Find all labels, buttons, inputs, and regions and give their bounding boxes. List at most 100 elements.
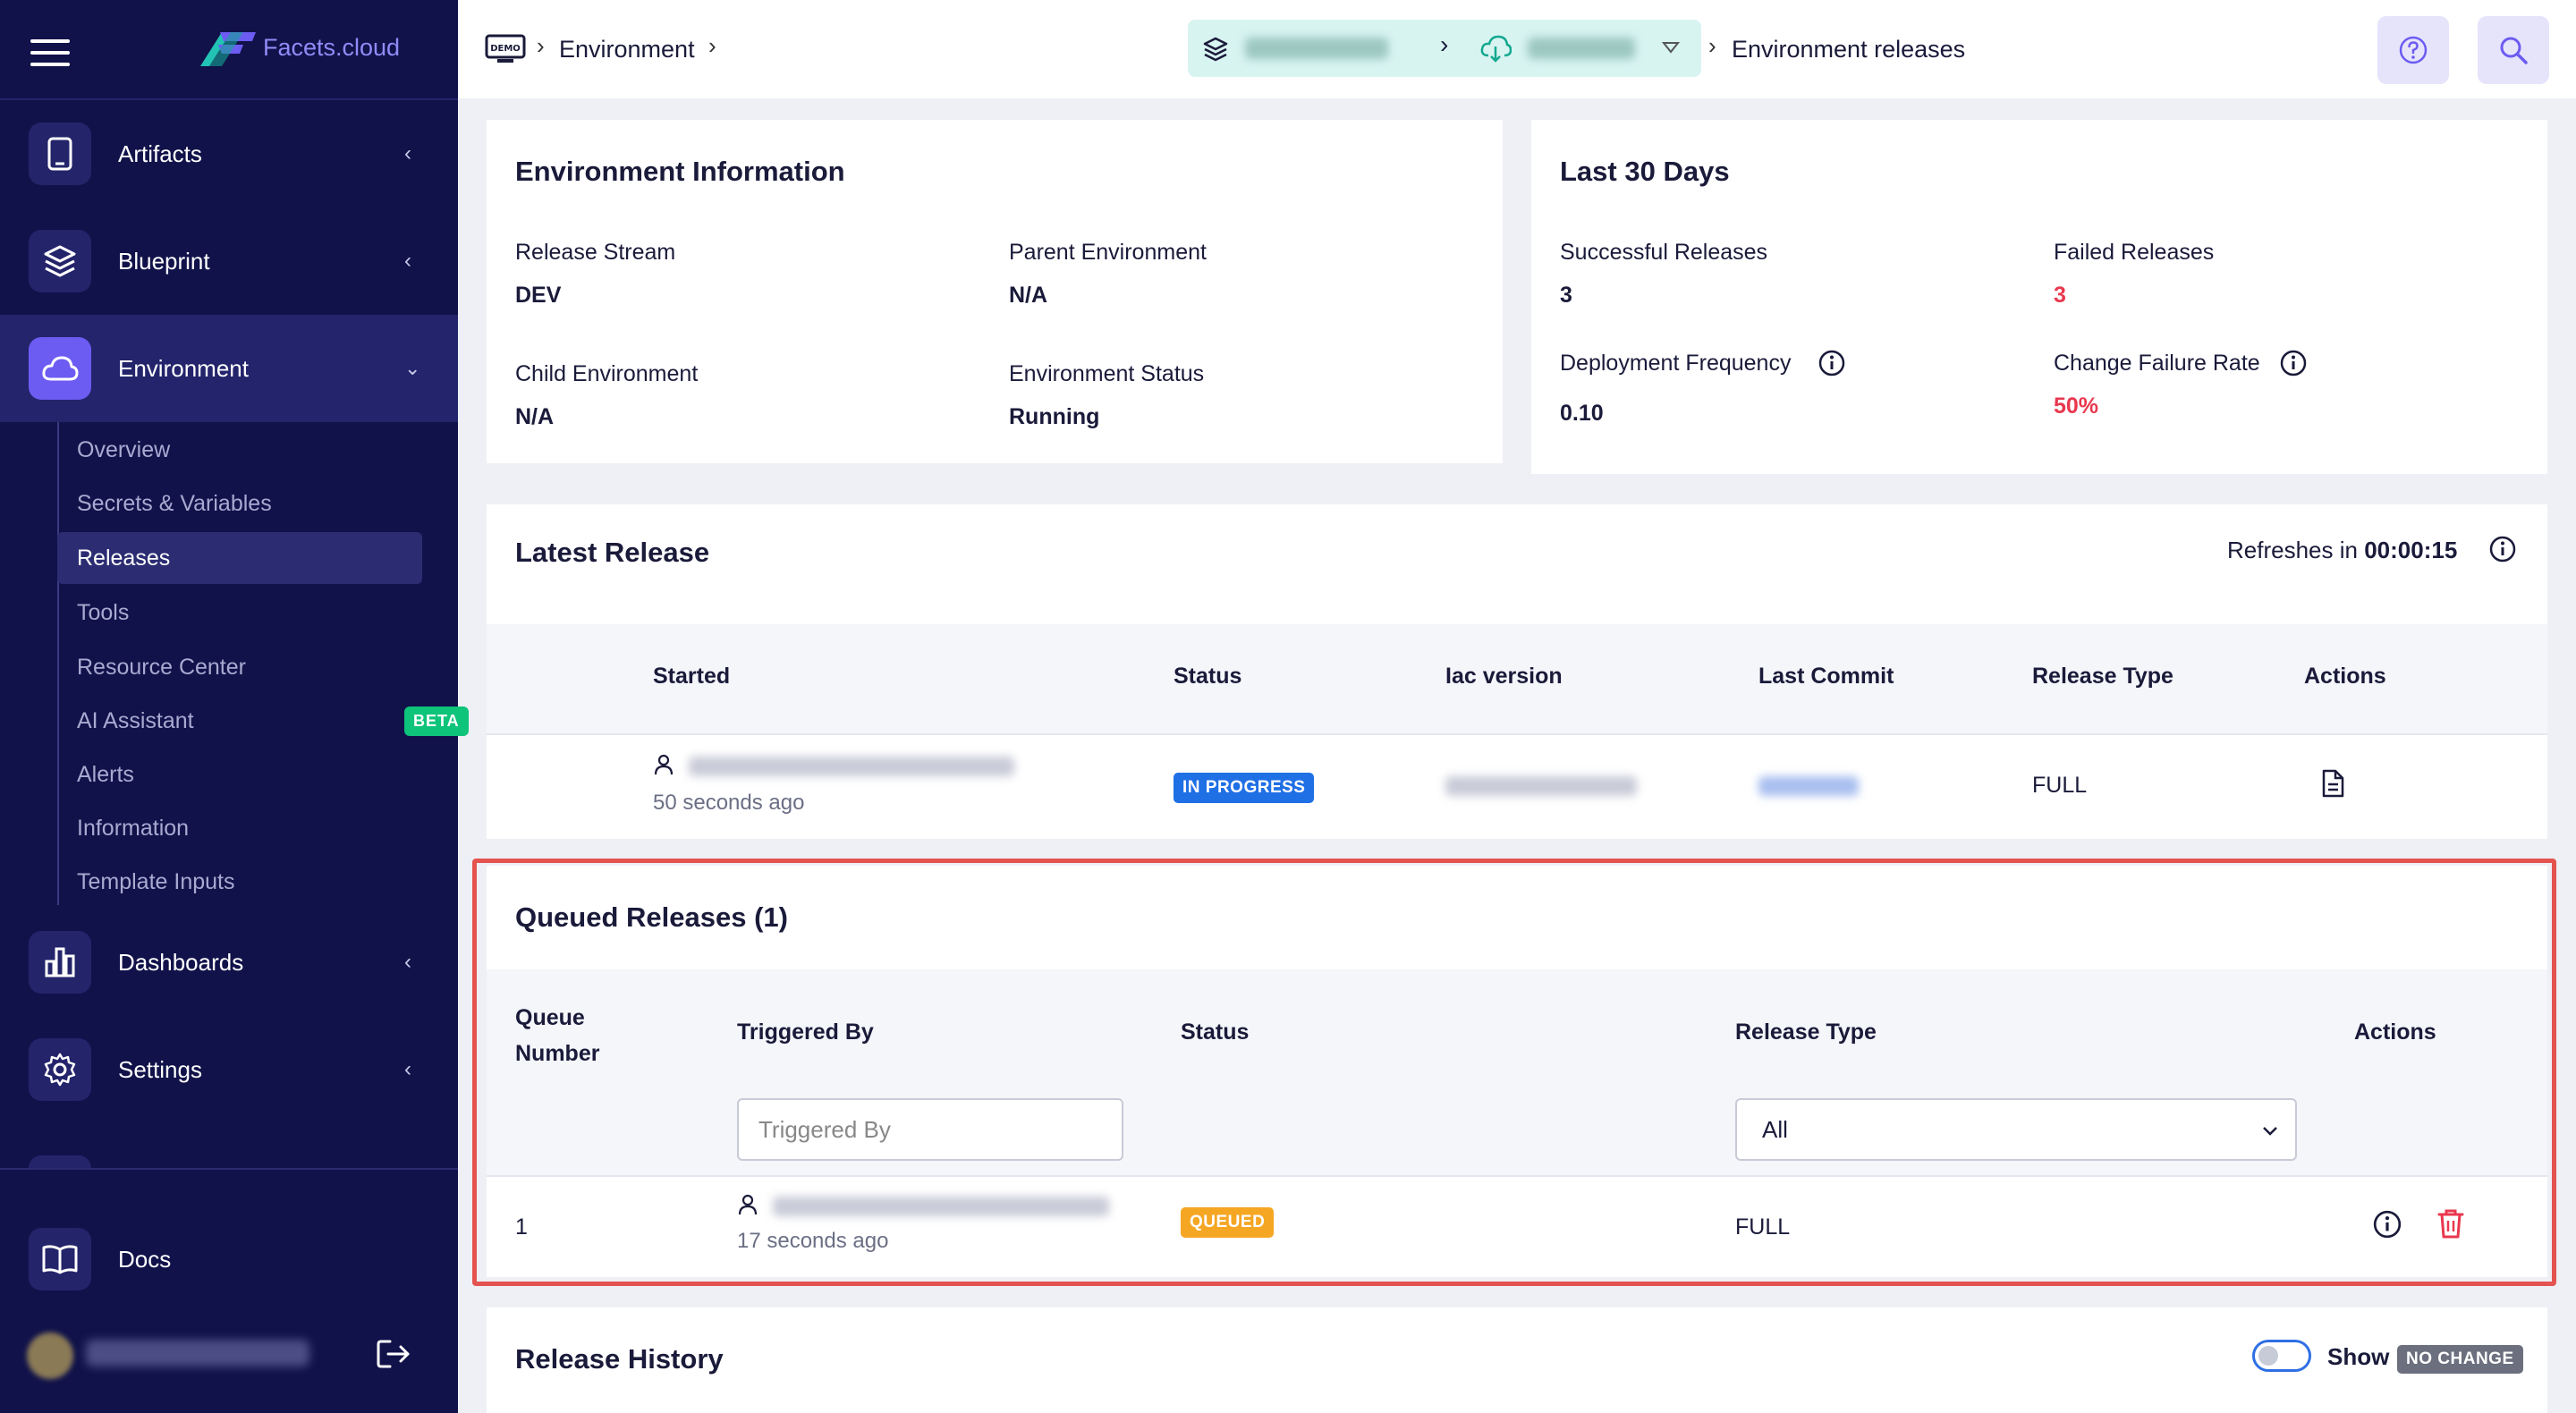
submenu-item-alerts[interactable]: Alerts bbox=[57, 749, 422, 800]
user-profile[interactable] bbox=[0, 1315, 458, 1395]
last-commit-link[interactable] bbox=[1758, 776, 1859, 796]
environment-selector[interactable]: › bbox=[1188, 20, 1701, 77]
card-title: Queued Releases (1) bbox=[515, 901, 788, 933]
info-icon[interactable] bbox=[2372, 1209, 2402, 1240]
card-title: Environment Information bbox=[515, 156, 845, 187]
info-icon[interactable] bbox=[2279, 349, 2308, 377]
sidebar-item-partial bbox=[29, 1155, 91, 1168]
info-icon[interactable] bbox=[1818, 349, 1846, 377]
info-icon[interactable] bbox=[2488, 535, 2517, 563]
submenu-item-ai-assistant[interactable]: AI Assistant BETA bbox=[57, 695, 469, 747]
column-queue-number-line2: Number bbox=[515, 1041, 600, 1066]
chevron-down-icon bbox=[2263, 1127, 2277, 1136]
release-type-filter-value: All bbox=[1762, 1115, 1788, 1143]
demo-monitor-icon[interactable]: DEMO bbox=[485, 34, 526, 64]
breadcrumb-environment[interactable]: Environment bbox=[559, 0, 695, 98]
refresh-prefix: Refreshes in bbox=[2227, 537, 2358, 563]
chevron-right-icon: › bbox=[708, 32, 716, 59]
environment-information-card: Environment Information Release Stream D… bbox=[487, 120, 1503, 463]
triggered-by-email-redacted bbox=[689, 757, 1014, 776]
facets-logo-icon bbox=[200, 32, 256, 66]
queue-number-value: 1 bbox=[515, 1214, 528, 1240]
column-iac-version: Iac version bbox=[1445, 664, 1563, 689]
sidebar-item-settings[interactable]: Settings ‹ bbox=[0, 1016, 458, 1123]
facets-logo[interactable]: Facets.cloud bbox=[200, 29, 400, 66]
chevron-left-icon: ‹ bbox=[404, 950, 411, 974]
refresh-time: 00:00:15 bbox=[2364, 537, 2458, 563]
column-last-commit: Last Commit bbox=[1758, 664, 1894, 689]
triggered-time: 17 seconds ago bbox=[737, 1229, 889, 1253]
deployment-frequency-label: Deployment Frequency bbox=[1560, 351, 1792, 376]
user-icon bbox=[654, 754, 674, 775]
beta-badge: BETA bbox=[404, 706, 469, 736]
submenu-item-label: AI Assistant bbox=[77, 707, 194, 733]
caret-down-icon bbox=[1662, 42, 1680, 54]
environment-status-label: Environment Status bbox=[1009, 361, 1205, 386]
submenu-item-releases[interactable]: Releases bbox=[57, 532, 422, 584]
release-stream-label: Release Stream bbox=[515, 240, 676, 265]
help-button[interactable] bbox=[2377, 16, 2449, 84]
sidebar-item-label: Environment bbox=[118, 354, 249, 382]
sidebar-item-environment[interactable]: Environment ⌄ bbox=[0, 315, 458, 422]
sidebar: Facets.cloud Artifacts ‹ Blueprint ‹ Env… bbox=[0, 0, 469, 1413]
release-type-value: FULL bbox=[1735, 1214, 1791, 1240]
chevron-left-icon: ‹ bbox=[404, 141, 411, 165]
gear-icon bbox=[29, 1038, 91, 1101]
started-time: 50 seconds ago bbox=[653, 791, 805, 815]
chevron-right-icon: › bbox=[537, 32, 545, 59]
parent-environment-value: N/A bbox=[1009, 283, 1048, 308]
refresh-countdown: Refreshes in 00:00:15 bbox=[2227, 537, 2457, 564]
table-header: Started Status Iac version Last Commit R… bbox=[487, 624, 2547, 733]
submenu-item-overview[interactable]: Overview bbox=[57, 424, 422, 476]
card-title: Latest Release bbox=[515, 537, 710, 568]
demo-label: DEMO bbox=[490, 44, 521, 54]
triggered-by-filter-input[interactable]: Triggered By bbox=[737, 1098, 1123, 1161]
book-open-icon bbox=[29, 1228, 91, 1290]
column-queue-number-line1: Queue bbox=[515, 1005, 585, 1030]
layers-icon bbox=[1203, 37, 1228, 62]
release-stream-value: DEV bbox=[515, 283, 562, 308]
card-title: Release History bbox=[515, 1343, 724, 1375]
successful-releases-label: Successful Releases bbox=[1560, 240, 1768, 265]
submenu-item-secrets-variables[interactable]: Secrets & Variables bbox=[57, 478, 422, 529]
logo-text: Facets.cloud bbox=[263, 33, 401, 61]
submenu-item-resource-center[interactable]: Resource Center bbox=[57, 641, 422, 693]
submenu-item-information[interactable]: Information bbox=[57, 802, 422, 854]
hamburger-menu-icon[interactable] bbox=[30, 39, 70, 66]
sidebar-header: Facets.cloud bbox=[0, 0, 458, 100]
sidebar-item-blueprint[interactable]: Blueprint ‹ bbox=[0, 207, 458, 315]
blueprint-name-redacted bbox=[1245, 38, 1388, 59]
change-failure-rate-value: 50% bbox=[2054, 393, 2099, 419]
queued-releases-card: Queued Releases (1) Queue Number Trigger… bbox=[487, 866, 2547, 1277]
document-icon[interactable] bbox=[2320, 769, 2345, 798]
sidebar-item-docs[interactable]: Docs bbox=[0, 1206, 458, 1313]
logout-icon[interactable] bbox=[376, 1338, 411, 1370]
release-type-filter-select[interactable]: All bbox=[1735, 1098, 2297, 1161]
cloud-download-icon bbox=[1480, 35, 1512, 63]
table-header: Queue Number Triggered By Status Release… bbox=[487, 969, 2547, 1175]
column-status: Status bbox=[1181, 1020, 1250, 1045]
deployment-frequency-value: 0.10 bbox=[1560, 401, 1604, 426]
submenu-item-template-inputs[interactable]: Template Inputs bbox=[57, 856, 422, 908]
show-no-change-toggle[interactable] bbox=[2252, 1340, 2311, 1372]
chevron-left-icon: ‹ bbox=[404, 249, 411, 273]
column-release-type: Release Type bbox=[1735, 1020, 1877, 1045]
sidebar-item-dashboards[interactable]: Dashboards ‹ bbox=[0, 909, 458, 1016]
sidebar-item-artifacts[interactable]: Artifacts ‹ bbox=[0, 100, 458, 207]
status-badge: IN PROGRESS bbox=[1174, 773, 1315, 803]
child-environment-label: Child Environment bbox=[515, 361, 699, 386]
avatar bbox=[27, 1333, 73, 1379]
last-30-days-card: Last 30 Days Successful Releases 3 Faile… bbox=[1531, 120, 2547, 474]
column-queue-number: Queue Number bbox=[515, 1000, 599, 1071]
trash-icon[interactable] bbox=[2436, 1207, 2465, 1240]
no-change-badge: NO CHANGE bbox=[2397, 1345, 2523, 1374]
search-button[interactable] bbox=[2478, 16, 2549, 84]
breadcrumb-current: Environment releases bbox=[1732, 35, 1966, 63]
child-environment-value: N/A bbox=[515, 404, 555, 429]
card-title: Last 30 Days bbox=[1560, 156, 1730, 187]
user-name-redacted bbox=[86, 1340, 309, 1366]
submenu-item-tools[interactable]: Tools bbox=[57, 587, 422, 639]
release-history-card: Release History Show NO CHANGE bbox=[487, 1307, 2547, 1413]
chevron-down-icon: ⌄ bbox=[404, 357, 421, 379]
column-actions: Actions bbox=[2304, 664, 2386, 689]
